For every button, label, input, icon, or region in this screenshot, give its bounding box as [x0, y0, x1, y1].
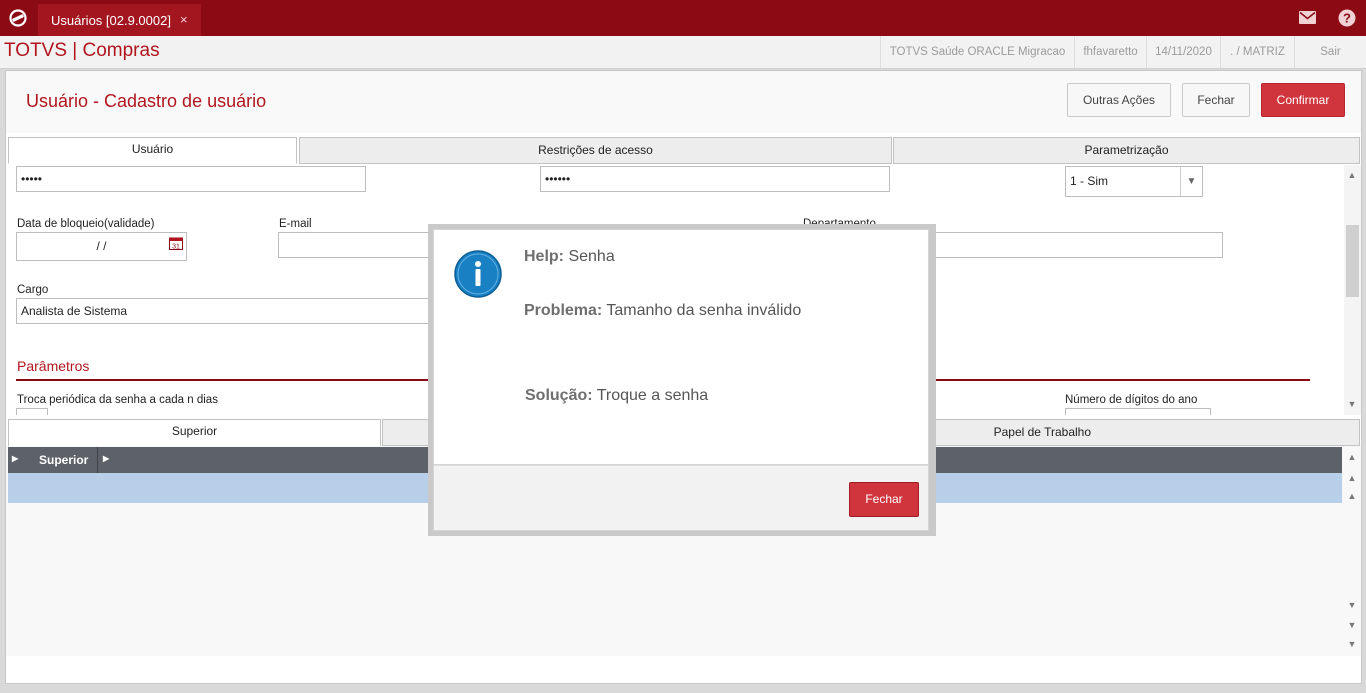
chevron-down-icon[interactable]: ▼: [1180, 167, 1202, 196]
grid-scroll-bottom-icon[interactable]: ▼: [1345, 637, 1359, 651]
totvs-logo-icon[interactable]: [9, 9, 27, 27]
tab-restricoes[interactable]: Restrições de acesso: [299, 137, 892, 164]
page-title: Usuário - Cadastro de usuário: [26, 91, 267, 111]
environment-label: TOTVS Saúde ORACLE Migracao: [880, 36, 1074, 68]
other-actions-button[interactable]: Outras Ações: [1067, 83, 1171, 117]
info-icon: [454, 250, 502, 298]
grid-scroll-page-down-icon[interactable]: ▼: [1345, 618, 1359, 632]
periodic-change-label: Troca periódica da senha a cada n dias: [17, 394, 218, 406]
branch-label: . / MATRIZ: [1220, 36, 1294, 68]
help-label: Help:: [524, 248, 564, 265]
help-value: Senha: [568, 248, 615, 265]
help-dialog-footer: Fechar: [433, 465, 929, 531]
tab-usuario[interactable]: Usuário: [8, 137, 297, 164]
password-field[interactable]: •••••: [16, 166, 366, 192]
option-select[interactable]: 1 - Sim ▼: [1065, 166, 1203, 197]
scroll-thumb[interactable]: [1346, 225, 1359, 297]
grid-header-superior[interactable]: Superior: [39, 453, 88, 467]
option-select-value: 1 - Sim: [1070, 174, 1109, 188]
email-label: E-mail: [279, 218, 312, 230]
help-icon[interactable]: ?: [1338, 9, 1356, 27]
block-date-value: / /: [96, 239, 107, 253]
problem-value: Tamanho da senha inválido: [606, 302, 802, 319]
year-digits-label: Número de dígitos do ano: [1065, 394, 1198, 406]
solution-label: Solução:: [525, 387, 593, 404]
department-field[interactable]: [935, 232, 1223, 258]
dialog-close-button[interactable]: Fechar: [849, 482, 919, 517]
grid-scroll-page-up-icon[interactable]: ▲: [1345, 471, 1359, 485]
tab-close-icon[interactable]: ×: [180, 12, 188, 27]
grid-scroll-top-icon[interactable]: ▲: [1345, 450, 1359, 464]
email-field[interactable]: [278, 232, 430, 258]
scroll-down-icon[interactable]: ▼: [1345, 397, 1359, 411]
role-field[interactable]: Analista de Sistema: [16, 298, 430, 324]
problem-label: Problema:: [524, 302, 603, 319]
tab-parametrizacao[interactable]: Parametrização: [893, 137, 1360, 164]
top-bar: Usuários [02.9.0002] × ?: [0, 0, 1366, 36]
logout-link[interactable]: Sair: [1294, 36, 1366, 68]
role-label: Cargo: [17, 284, 49, 296]
app-header: TOTVS | Compras TOTVS Saúde ORACLE Migra…: [0, 36, 1366, 69]
periodic-change-field[interactable]: [16, 408, 48, 415]
mail-icon[interactable]: [1299, 11, 1316, 24]
problem-line: Problema: Tamanho da senha inválido: [524, 302, 801, 320]
confirm-button[interactable]: Confirmar: [1261, 83, 1345, 117]
grid-column-separator: [97, 447, 98, 473]
scroll-up-icon[interactable]: ▲: [1345, 168, 1359, 182]
block-date-label: Data de bloqueio(validade): [17, 218, 155, 230]
solution-line: Solução: Troque a senha: [525, 387, 708, 405]
solution-value: Troque a senha: [596, 387, 709, 404]
grid-scroll-up-icon[interactable]: ▲: [1345, 489, 1359, 503]
svg-text:?: ?: [1343, 11, 1351, 26]
help-line: Help: Senha: [524, 248, 615, 266]
grid-scrollbar[interactable]: ▲ ▲ ▲ ▼ ▼ ▼: [1344, 447, 1361, 655]
calendar-icon[interactable]: 31: [169, 237, 183, 250]
window-tab-label: Usuários [02.9.0002]: [51, 13, 171, 28]
form-tabs: Usuário Restrições de acesso Parametriza…: [6, 137, 1361, 165]
date-label: 14/11/2020: [1146, 36, 1220, 68]
close-button[interactable]: Fechar: [1182, 83, 1250, 117]
help-dialog-body: Help: Senha Problema: Tamanho da senha i…: [433, 229, 929, 465]
page-header: Usuário - Cadastro de usuário Outras Açõ…: [6, 71, 1361, 133]
year-digits-field[interactable]: [1065, 408, 1211, 415]
form-scrollbar[interactable]: ▲ ▼: [1344, 165, 1361, 415]
help-dialog: Help: Senha Problema: Tamanho da senha i…: [428, 224, 936, 536]
user-label: fhfavaretto: [1074, 36, 1146, 68]
grid-expand-icon[interactable]: ▶: [12, 454, 18, 463]
grid-scroll-down-icon[interactable]: ▼: [1345, 598, 1359, 612]
grid-column-expand-icon[interactable]: ▶: [103, 454, 109, 463]
window-tab-usuarios[interactable]: Usuários [02.9.0002] ×: [38, 4, 201, 36]
app-title: TOTVS | Compras: [4, 40, 160, 61]
block-date-field[interactable]: / / 31: [16, 232, 187, 261]
parameters-section-title: Parâmetros: [17, 358, 90, 374]
svg-text:31: 31: [172, 244, 180, 251]
tab-superior[interactable]: Superior: [8, 419, 381, 447]
password-confirm-field[interactable]: ••••••: [540, 166, 890, 192]
